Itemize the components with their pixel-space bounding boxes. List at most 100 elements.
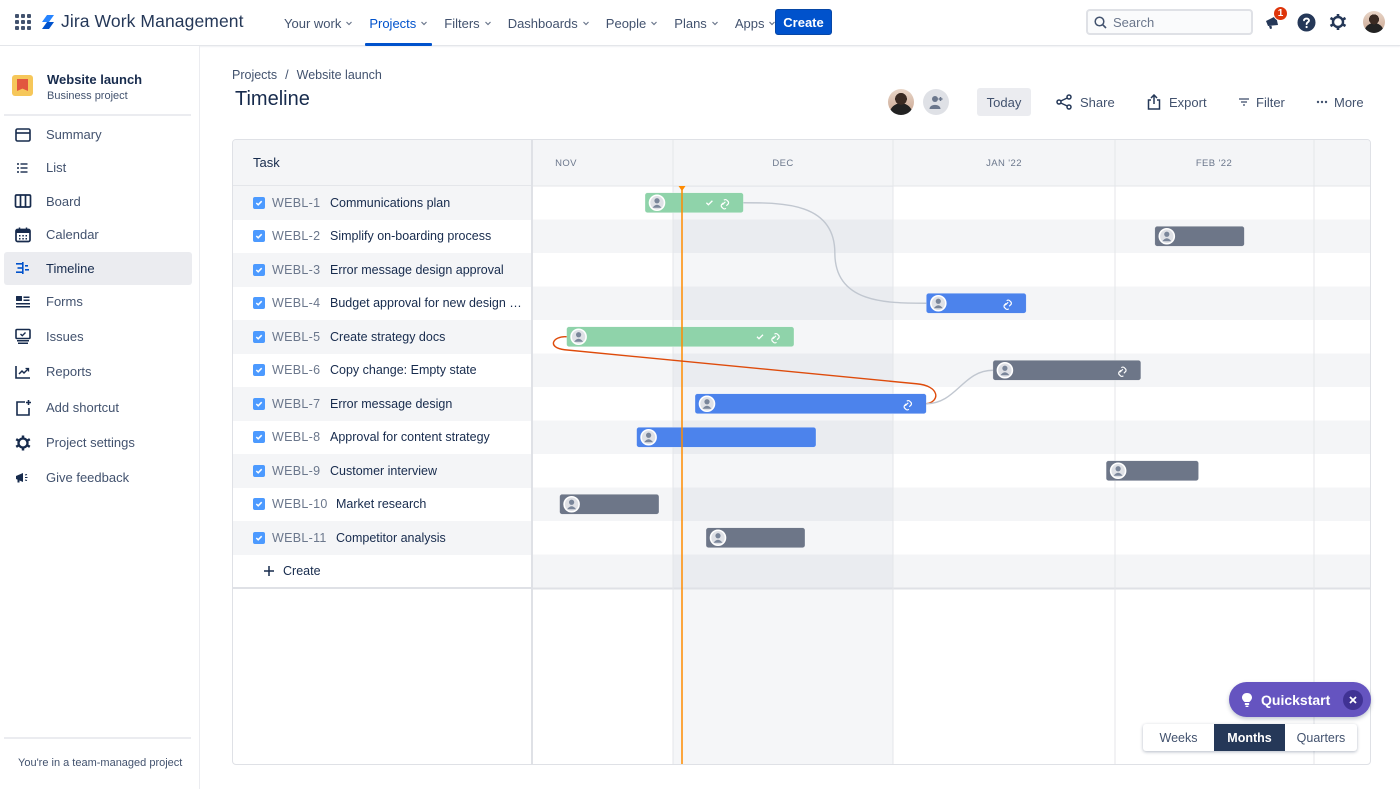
- scale-months[interactable]: Months: [1214, 724, 1285, 751]
- sidebar-item-calendar[interactable]: Calendar: [4, 218, 192, 252]
- task-bar[interactable]: [992, 360, 1142, 381]
- task-row[interactable]: WEBL-3 Error message design approval: [233, 253, 531, 287]
- task-summary[interactable]: Market research: [336, 497, 426, 511]
- task-summary[interactable]: Error message design approval: [330, 263, 504, 277]
- task-bar-fill[interactable]: [694, 393, 927, 414]
- today-button[interactable]: Today: [977, 88, 1031, 116]
- task-row[interactable]: WEBL-6 Copy change: Empty state: [233, 354, 531, 388]
- task-type-checkbox-icon: [253, 230, 265, 243]
- task-type-checkbox-icon: [253, 263, 265, 276]
- task-summary[interactable]: Competitor analysis: [336, 531, 446, 545]
- nav-your-work[interactable]: Your work: [276, 0, 361, 46]
- task-summary[interactable]: Create strategy docs: [330, 330, 445, 344]
- task-row[interactable]: WEBL-11 Competitor analysis: [233, 521, 531, 555]
- task-row[interactable]: WEBL-10 Market research: [233, 488, 531, 522]
- task-key[interactable]: WEBL-6: [272, 363, 330, 377]
- timeline-header-bg: [533, 140, 1370, 186]
- sidebar-item-add-shortcut[interactable]: Add shortcut: [4, 390, 192, 425]
- task-summary[interactable]: Customer interview: [330, 464, 437, 478]
- task-summary[interactable]: Approval for content strategy: [330, 430, 490, 444]
- sidebar-item-reports[interactable]: Reports: [4, 354, 192, 391]
- task-key[interactable]: WEBL-7: [272, 397, 330, 411]
- assignee-avatar[interactable]: [888, 89, 914, 115]
- task-bar[interactable]: [644, 192, 744, 213]
- task-summary[interactable]: Copy change: Empty state: [330, 363, 477, 377]
- task-row[interactable]: WEBL-8 Approval for content strategy: [233, 421, 531, 455]
- task-key[interactable]: WEBL-5: [272, 330, 330, 344]
- task-bar[interactable]: [559, 494, 660, 515]
- task-key[interactable]: WEBL-4: [272, 296, 330, 310]
- task-row[interactable]: WEBL-5 Create strategy docs: [233, 320, 531, 354]
- app-switcher-icon[interactable]: [15, 14, 31, 30]
- export-button[interactable]: Export: [1137, 88, 1217, 116]
- notifications-button[interactable]: 1: [1262, 6, 1288, 33]
- task-key[interactable]: WEBL-2: [272, 229, 330, 243]
- sidebar-item-label: Add shortcut: [46, 400, 119, 415]
- breadcrumb-website-launch[interactable]: Website launch: [297, 68, 382, 82]
- task-key[interactable]: WEBL-11: [272, 531, 336, 545]
- task-bar[interactable]: [1154, 226, 1245, 247]
- sidebar-item-issues[interactable]: Issues: [4, 319, 192, 354]
- create-task-button[interactable]: Create: [233, 554, 531, 589]
- create-button[interactable]: Create: [775, 9, 832, 35]
- task-key[interactable]: WEBL-10: [272, 497, 336, 511]
- task-summary[interactable]: Simplify on-boarding process: [330, 229, 491, 243]
- scale-quarters[interactable]: Quarters: [1285, 724, 1357, 751]
- add-people-button[interactable]: [923, 89, 949, 115]
- nav-dashboards[interactable]: Dashboards: [500, 0, 598, 46]
- task-row[interactable]: WEBL-2 Simplify on-boarding process: [233, 220, 531, 254]
- task-row[interactable]: WEBL-1 Communications plan: [233, 186, 531, 220]
- sidebar-item-project-settings[interactable]: Project settings: [4, 425, 192, 460]
- sidebar-item-summary[interactable]: Summary: [4, 118, 192, 151]
- nav-filters[interactable]: Filters: [436, 0, 499, 46]
- sidebar-item-board[interactable]: Board: [4, 185, 192, 219]
- task-key[interactable]: WEBL-3: [272, 263, 330, 277]
- task-summary[interactable]: Budget approval for new design c...: [330, 296, 525, 310]
- sidebar-item-forms[interactable]: Forms: [4, 285, 192, 319]
- nav-plans[interactable]: Plans: [666, 0, 727, 46]
- nav-people[interactable]: People: [598, 0, 666, 46]
- nav-projects[interactable]: Projects: [361, 0, 436, 46]
- help-button[interactable]: [1295, 11, 1317, 33]
- breadcrumb-projects[interactable]: Projects: [232, 68, 277, 82]
- task-bar[interactable]: [566, 326, 795, 347]
- more-button[interactable]: More: [1306, 88, 1374, 116]
- nav-label: Dashboards: [507, 15, 578, 31]
- search-input[interactable]: [1113, 14, 1243, 30]
- share-button[interactable]: Share: [1046, 88, 1125, 116]
- task-bar[interactable]: [694, 393, 927, 414]
- search-box[interactable]: [1086, 9, 1253, 35]
- task-bar[interactable]: [636, 427, 817, 448]
- task-row[interactable]: WEBL-4 Budget approval for new design c..…: [233, 287, 531, 321]
- forms-icon: [14, 293, 32, 311]
- sidebar-item-list[interactable]: List: [4, 151, 192, 185]
- task-bar-fill[interactable]: [992, 360, 1142, 381]
- settings-button[interactable]: [1327, 11, 1349, 33]
- task-column-header: Task: [233, 140, 531, 186]
- task-key[interactable]: WEBL-8: [272, 430, 330, 444]
- task-summary[interactable]: Error message design: [330, 397, 452, 411]
- sidebar-item-give-feedback[interactable]: Give feedback: [4, 460, 192, 495]
- sidebar-item-timeline[interactable]: Timeline: [4, 251, 192, 285]
- task-bar-fill[interactable]: [636, 427, 817, 448]
- task-bar[interactable]: [705, 527, 806, 548]
- task-type-checkbox-icon: [253, 431, 265, 444]
- task-summary[interactable]: Communications plan: [330, 196, 450, 210]
- summary-icon: [14, 126, 32, 144]
- task-bar-fill[interactable]: [566, 326, 795, 347]
- user-avatar[interactable]: [1363, 11, 1385, 33]
- export-label: Export: [1169, 94, 1207, 110]
- task-row[interactable]: WEBL-7 Error message design: [233, 387, 531, 421]
- notification-badge: 1: [1273, 6, 1288, 21]
- filter-button[interactable]: Filter: [1228, 88, 1295, 116]
- quickstart-button[interactable]: Quickstart: [1229, 682, 1371, 717]
- task-bar[interactable]: [926, 293, 1027, 314]
- chevron-down-icon: [711, 21, 718, 26]
- task-row[interactable]: WEBL-9 Customer interview: [233, 454, 531, 488]
- product-logo[interactable]: Jira Work Management: [41, 11, 244, 32]
- quickstart-close-button[interactable]: [1343, 690, 1363, 710]
- task-key[interactable]: WEBL-9: [272, 464, 330, 478]
- task-key[interactable]: WEBL-1: [272, 196, 330, 210]
- task-bar[interactable]: [1105, 460, 1199, 481]
- scale-weeks[interactable]: Weeks: [1143, 724, 1214, 751]
